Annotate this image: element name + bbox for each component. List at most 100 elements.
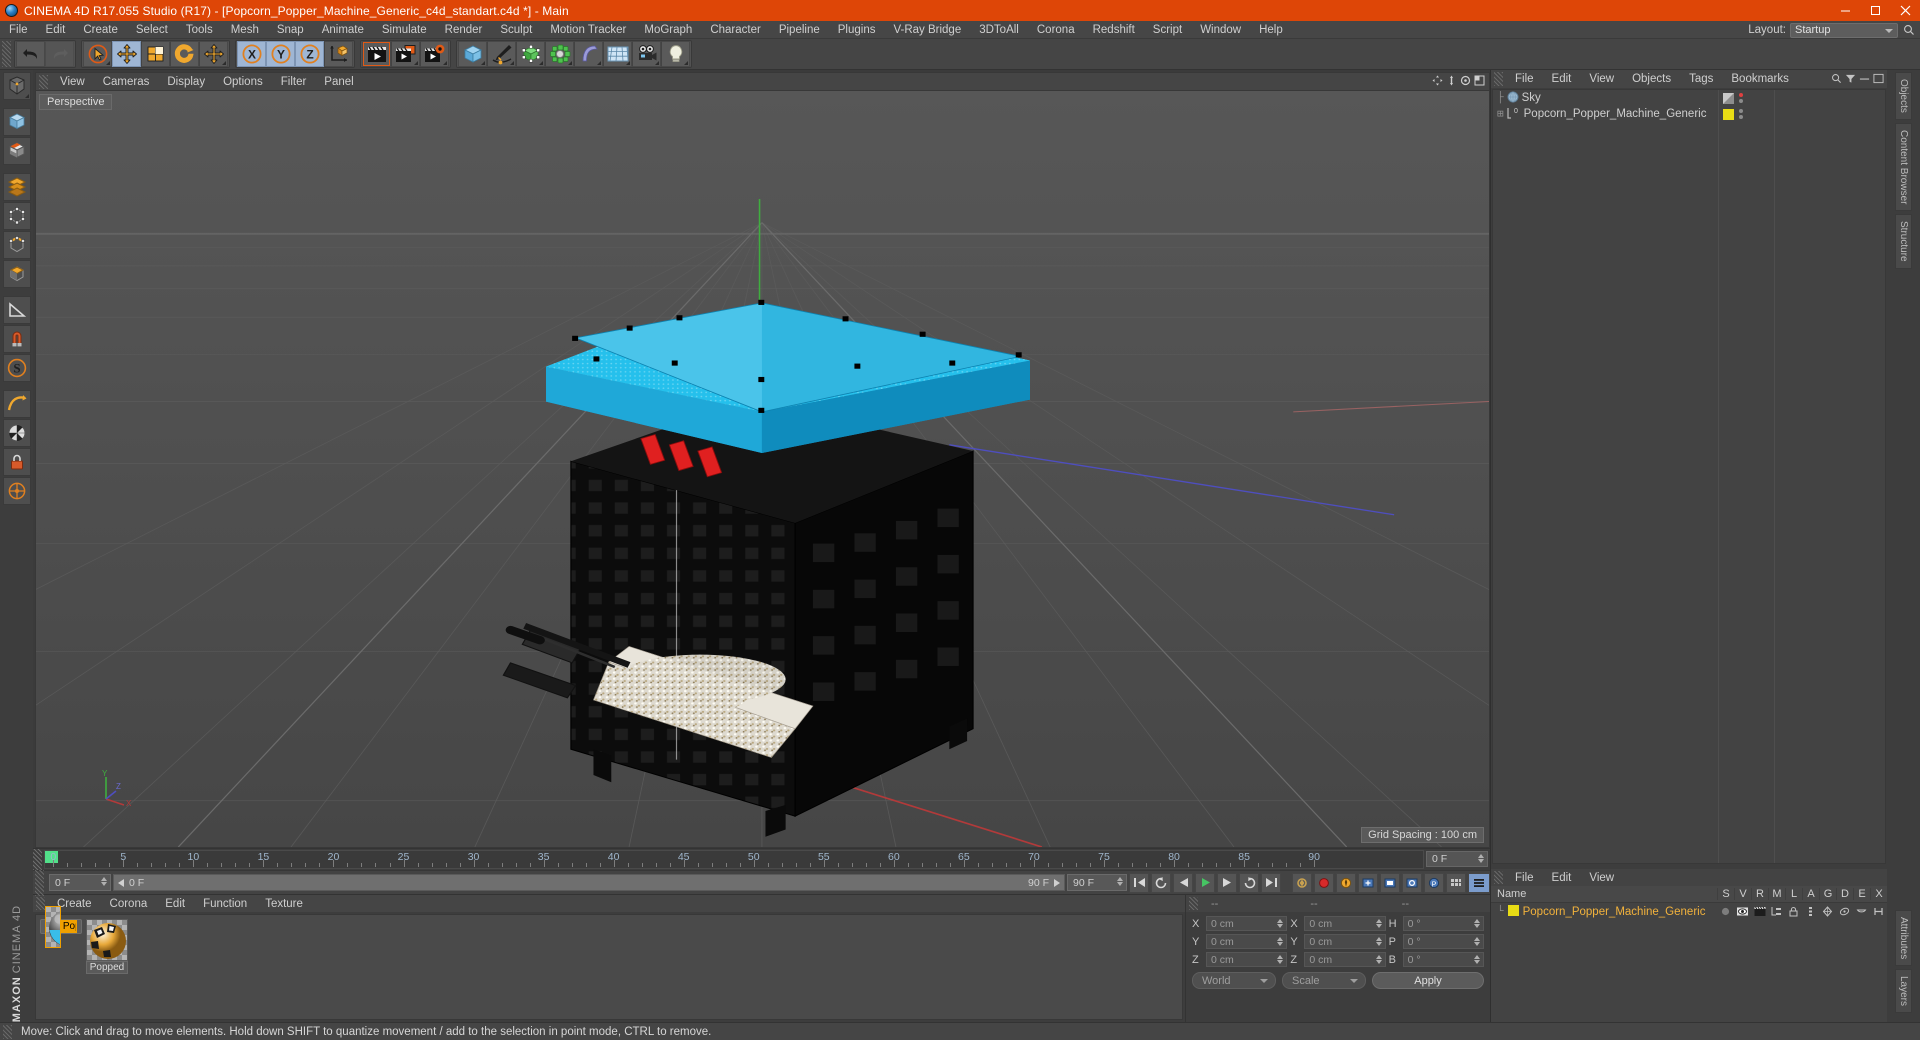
object-manager-grip[interactable] (1494, 72, 1503, 86)
tab-layers[interactable]: Layers (1895, 968, 1912, 1013)
menu-render[interactable]: Render (436, 21, 492, 39)
viewport-menu-filter[interactable]: Filter (272, 73, 316, 91)
lock-button[interactable] (2, 448, 31, 476)
render-to-picture-viewer-button[interactable] (391, 41, 420, 67)
add-cube-button[interactable] (458, 41, 487, 67)
coord-input-rot-p[interactable]: 0 ° (1402, 934, 1484, 949)
tree-expand-icon[interactable]: ⊞ (1497, 107, 1504, 121)
pla-key-button[interactable] (1446, 872, 1466, 893)
sky-material-tag-icon[interactable] (1723, 92, 1734, 104)
scrub-bar[interactable]: 0 F 90 F (113, 874, 1065, 891)
undo-button[interactable] (16, 41, 45, 67)
preview-end-field[interactable]: 90 F (1067, 874, 1127, 891)
material-list[interactable]: Popcorr P (35, 905, 1183, 1020)
axis-x-toggle[interactable]: X (237, 41, 266, 67)
am-menu-edit[interactable]: Edit (1543, 869, 1581, 887)
menu-corona[interactable]: Corona (1028, 21, 1084, 39)
menu-window[interactable]: Window (1191, 21, 1250, 39)
timeline-end-field[interactable]: 0 F (1426, 851, 1488, 867)
edges-mode-button[interactable] (2, 231, 31, 259)
menu-motion-tracker[interactable]: Motion Tracker (541, 21, 635, 39)
move-tool[interactable] (112, 41, 141, 67)
polygon-mode-button[interactable] (2, 173, 31, 201)
axis-y-toggle[interactable]: Y (266, 41, 295, 67)
filter-icon[interactable] (1845, 73, 1856, 87)
maximize-view-icon[interactable] (1474, 75, 1485, 89)
next-frame-button[interactable] (1217, 872, 1237, 893)
timeline-track[interactable]: 0 5 10 15 20 25 30 35 40 45 50 55 60 65 70 75 80 85 90 (44, 850, 1424, 869)
coordinates-grip[interactable] (1189, 897, 1198, 910)
menu-edit[interactable]: Edit (37, 21, 75, 39)
play-forwards-loop-button[interactable] (1239, 872, 1259, 893)
menu-create[interactable]: Create (74, 21, 127, 39)
attribute-rows[interactable]: └ Popcorn_Popper_Machine_Generic (1491, 903, 1887, 1022)
spinner-icon[interactable] (101, 877, 107, 886)
tab-content-browser[interactable]: Content Browser (1895, 122, 1912, 212)
menu-script[interactable]: Script (1144, 21, 1191, 39)
scale-view-icon[interactable] (1446, 75, 1457, 89)
scale-tool[interactable] (141, 41, 170, 67)
scale-key-button[interactable] (1380, 872, 1400, 893)
om-menu-edit[interactable]: Edit (1543, 70, 1581, 88)
timeline-grip[interactable] (33, 849, 42, 870)
material-menu-edit[interactable]: Edit (156, 895, 194, 913)
minimize-button[interactable] (1830, 0, 1860, 21)
close-button[interactable] (1890, 0, 1920, 21)
menu-simulate[interactable]: Simulate (373, 21, 436, 39)
menu-snap[interactable]: Snap (268, 21, 313, 39)
enable-axis-button[interactable] (2, 477, 31, 505)
add-nurbs-button[interactable] (516, 41, 545, 67)
material-item-popped[interactable]: Popped (86, 919, 128, 974)
spinner-icon[interactable] (1375, 937, 1382, 946)
position-key-button[interactable] (1358, 872, 1378, 893)
viewport-solo-button[interactable] (2, 419, 31, 447)
add-deformer-button[interactable] (574, 41, 603, 67)
om-menu-objects[interactable]: Objects (1623, 70, 1680, 88)
layout-dropdown[interactable]: Startup (1790, 22, 1898, 38)
material-item-popcorn[interactable]: Popcorr (40, 905, 82, 948)
add-spline-button[interactable] (487, 41, 516, 67)
menu-vray-bridge[interactable]: V-Ray Bridge (884, 21, 970, 39)
record-active-objects-button[interactable] (1292, 872, 1312, 893)
viewport-menu-panel[interactable]: Panel (315, 73, 362, 91)
spinner-icon[interactable] (1375, 919, 1382, 928)
tab-objects[interactable]: Objects (1895, 72, 1912, 120)
cell-visible[interactable] (1734, 906, 1751, 917)
rotation-key-button[interactable] (1402, 872, 1422, 893)
rotate-tool[interactable] (170, 41, 199, 67)
material-grip[interactable] (36, 897, 45, 910)
add-camera-button[interactable] (632, 41, 661, 67)
maximize-panel-icon[interactable] (1873, 73, 1884, 87)
faces-mode-button[interactable] (2, 260, 31, 288)
cell-manager[interactable] (1768, 906, 1785, 917)
workplane-button[interactable] (2, 296, 31, 324)
menu-select[interactable]: Select (127, 21, 177, 39)
snap-button[interactable]: S (2, 354, 31, 382)
om-menu-tags[interactable]: Tags (1680, 70, 1722, 88)
object-tree[interactable]: ├ Sky ⊞ 0 Popcorn_Popper_Machine_Generic (1492, 89, 1886, 864)
live-selection-tool[interactable] (83, 41, 112, 67)
toolbar-grip[interactable] (2, 41, 11, 67)
menu-3dtoall[interactable]: 3DToAll (970, 21, 1028, 39)
rotate-view-icon[interactable] (1460, 75, 1471, 89)
coord-input-rot-h[interactable]: 0 ° (1402, 916, 1484, 931)
spinner-icon[interactable] (1473, 919, 1480, 928)
play-backwards-button[interactable] (1151, 872, 1171, 893)
menu-help[interactable]: Help (1250, 21, 1292, 39)
menu-file[interactable]: File (0, 21, 37, 39)
spinner-icon[interactable] (1473, 937, 1480, 946)
tag-dots-popcorn[interactable] (1739, 109, 1743, 119)
add-array-button[interactable] (545, 41, 574, 67)
spinner-icon[interactable] (1277, 919, 1284, 928)
coord-input-size-x[interactable]: 0 cm (1304, 916, 1386, 931)
go-to-end-button[interactable] (1261, 872, 1281, 893)
keyframe-selection-button[interactable] (1336, 872, 1356, 893)
add-scene-object-button[interactable] (603, 41, 632, 67)
cell-expression[interactable] (1853, 906, 1870, 917)
add-light-button[interactable] (661, 41, 690, 67)
cell-generator[interactable] (1819, 906, 1836, 917)
texture-mode-button[interactable] (2, 137, 31, 165)
object-row-popcorn[interactable]: ⊞ 0 Popcorn_Popper_Machine_Generic (1493, 106, 1718, 122)
perspective-viewport[interactable]: Perspective Grid Spacing : 100 cm Y X Z (35, 90, 1490, 848)
cell-deformer[interactable] (1836, 906, 1853, 917)
